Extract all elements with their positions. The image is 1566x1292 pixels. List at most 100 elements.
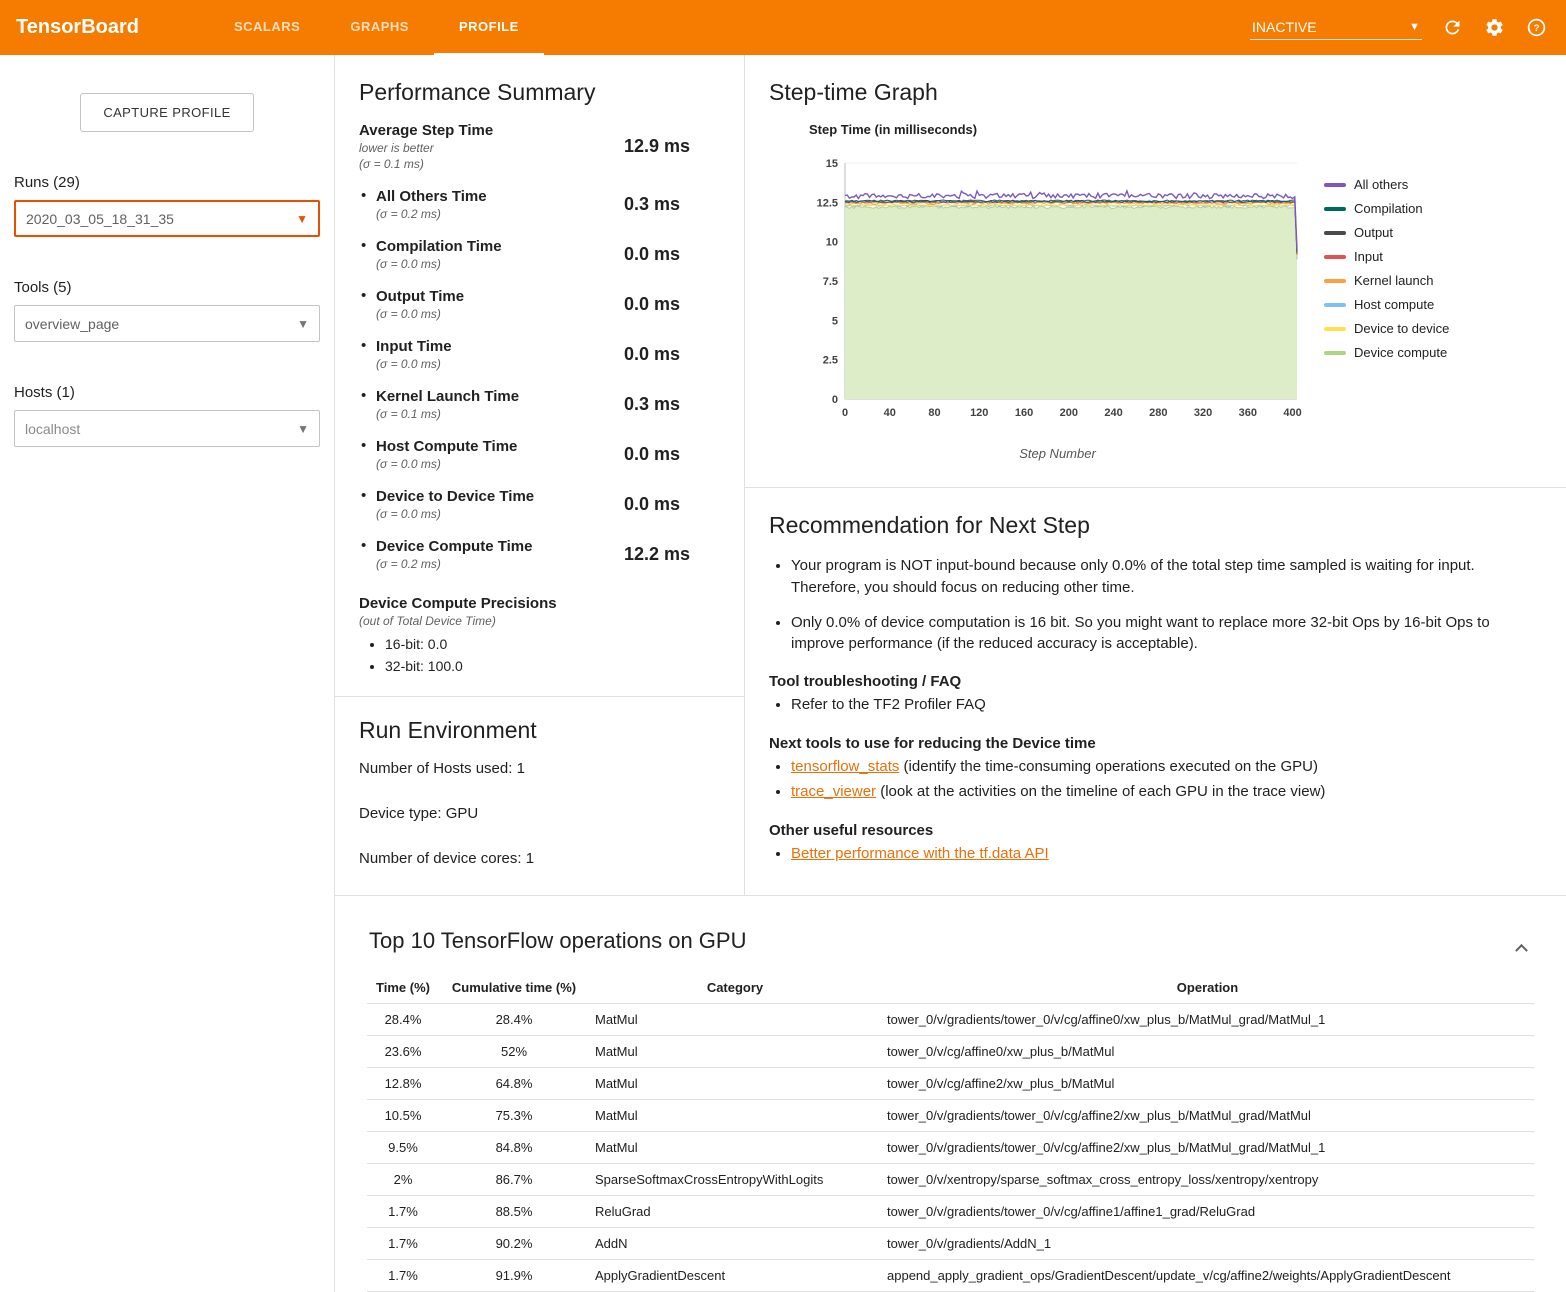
svg-text:120: 120 xyxy=(970,407,988,419)
svg-text:12.5: 12.5 xyxy=(817,197,838,209)
section-divider xyxy=(335,696,744,697)
metric-input-time: Input Time (σ = 0.0 ms) 0.0 ms xyxy=(359,338,720,371)
cell-category: MatMul xyxy=(589,1132,881,1164)
cell-category: ReluGrad xyxy=(589,1196,881,1228)
cell-operation: tower_0/v/xentropy/sparse_softmax_cross_… xyxy=(881,1164,1534,1196)
metric-value: 0.0 ms xyxy=(624,494,720,515)
cell-cumulative: 90.2% xyxy=(439,1228,589,1260)
tab-scalars[interactable]: SCALARS xyxy=(209,0,325,55)
tfdata-performance-link[interactable]: Better performance with the tf.data API xyxy=(791,845,1049,862)
cell-time: 2% xyxy=(367,1164,439,1196)
cell-time: 12.8% xyxy=(367,1068,439,1100)
hosts-dropdown[interactable]: localhost ▼ xyxy=(14,410,320,447)
cell-time: 28.4% xyxy=(367,1004,439,1036)
faq-heading: Tool troubleshooting / FAQ xyxy=(769,673,1542,690)
main-layout: CAPTURE PROFILE Runs (29) 2020_03_05_18_… xyxy=(0,55,1566,1292)
right-column: Step-time Graph Step Time (in millisecon… xyxy=(745,55,1566,895)
table-row: 9.5% 84.8% MatMul tower_0/v/gradients/to… xyxy=(367,1132,1534,1164)
cell-cumulative: 64.8% xyxy=(439,1068,589,1100)
cell-time: 9.5% xyxy=(367,1132,439,1164)
legend-label: Kernel launch xyxy=(1354,273,1434,288)
run-env-device-type: Device type: GPU xyxy=(359,805,720,822)
legend-item: All others xyxy=(1324,177,1449,192)
table-row: 1.7% 88.5% ReluGrad tower_0/v/gradients/… xyxy=(367,1196,1534,1228)
legend-item: Kernel launch xyxy=(1324,273,1449,288)
chevron-down-icon: ▼ xyxy=(296,212,308,226)
recommendation-title: Recommendation for Next Step xyxy=(769,512,1542,539)
cell-operation: tower_0/v/gradients/AddN_1 xyxy=(881,1228,1534,1260)
cell-operation: tower_0/v/gradients/tower_0/v/cg/affine0… xyxy=(881,1004,1534,1036)
run-env-hosts: Number of Hosts used: 1 xyxy=(359,760,720,777)
resource-item: Better performance with the tf.data API xyxy=(791,843,1542,866)
cell-cumulative: 88.5% xyxy=(439,1196,589,1228)
refresh-icon xyxy=(1442,17,1463,38)
step-time-chart: 02.557.51012.515040801201602002402803203… xyxy=(805,155,1310,433)
chart-legend: All others Compilation Output Input Kern… xyxy=(1324,177,1449,461)
trace-viewer-link[interactable]: trace_viewer xyxy=(791,783,876,800)
metric-label: Device to Device Time xyxy=(376,488,534,505)
metric-compilation-time: Compilation Time (σ = 0.0 ms) 0.0 ms xyxy=(359,238,720,271)
help-icon: ? xyxy=(1526,17,1547,38)
performance-summary-panel: Performance Summary Average Step Time lo… xyxy=(335,55,745,895)
tab-graphs-label: GRAPHS xyxy=(350,19,409,34)
runs-dropdown[interactable]: 2020_03_05_18_31_35 ▼ xyxy=(14,200,320,237)
table-header-row: Time (%) Cumulative time (%) Category Op… xyxy=(367,972,1534,1004)
svg-text:7.5: 7.5 xyxy=(823,276,838,288)
svg-text:360: 360 xyxy=(1239,407,1257,419)
app-title: TensorBoard xyxy=(0,0,155,55)
tools-dropdown-value: overview_page xyxy=(25,316,119,332)
next-tools-heading: Next tools to use for reducing the Devic… xyxy=(769,735,1542,752)
tab-graphs[interactable]: GRAPHS xyxy=(325,0,434,55)
cell-operation: append_apply_gradient_ops/GradientDescen… xyxy=(881,1260,1534,1292)
cell-category: SparseSoftmaxCrossEntropyWithLogits xyxy=(589,1164,881,1196)
runs-label: Runs (29) xyxy=(14,174,320,191)
table-row: 12.8% 64.8% MatMul tower_0/v/cg/affine2/… xyxy=(367,1068,1534,1100)
run-env-device-cores: Number of device cores: 1 xyxy=(359,850,720,867)
hosts-label: Hosts (1) xyxy=(14,384,320,401)
cell-operation: tower_0/v/gradients/tower_0/v/cg/affine2… xyxy=(881,1132,1534,1164)
precision-item: 16-bit: 0.0 xyxy=(385,636,720,652)
col-header-operation: Operation xyxy=(881,972,1534,1004)
chart-title: Step Time (in milliseconds) xyxy=(809,122,1542,137)
settings-button[interactable] xyxy=(1482,16,1506,40)
tensorflow-stats-link[interactable]: tensorflow_stats xyxy=(791,758,899,775)
top-ops-panel: Top 10 TensorFlow operations on GPU Time… xyxy=(335,896,1566,1292)
top-ops-table: Time (%) Cumulative time (%) Category Op… xyxy=(367,972,1534,1292)
tools-dropdown[interactable]: overview_page ▼ xyxy=(14,305,320,342)
precision-item: 32-bit: 100.0 xyxy=(385,658,720,674)
col-header-cumulative: Cumulative time (%) xyxy=(439,972,589,1004)
help-button[interactable]: ? xyxy=(1524,16,1548,40)
performance-summary-title: Performance Summary xyxy=(359,79,720,106)
table-row: 1.7% 91.9% ApplyGradientDescent append_a… xyxy=(367,1260,1534,1292)
status-dropdown[interactable]: INACTIVE ▼ xyxy=(1250,15,1422,40)
cell-cumulative: 52% xyxy=(439,1036,589,1068)
metric-label: Host Compute Time xyxy=(376,438,517,455)
svg-text:10: 10 xyxy=(826,237,838,249)
cell-cumulative: 86.7% xyxy=(439,1164,589,1196)
svg-text:80: 80 xyxy=(928,407,940,419)
metric-value: 0.0 ms xyxy=(624,344,720,365)
precisions-title: Device Compute Precisions xyxy=(359,595,720,612)
metric-label: Device Compute Time xyxy=(376,538,532,555)
table-row: 23.6% 52% MatMul tower_0/v/cg/affine0/xw… xyxy=(367,1036,1534,1068)
step-time-graph-title: Step-time Graph xyxy=(769,79,1542,106)
precisions-subtitle: (out of Total Device Time) xyxy=(359,614,720,628)
refresh-button[interactable] xyxy=(1440,16,1464,40)
metric-average-step-time: Average Step Time lower is better (σ = 0… xyxy=(359,122,720,171)
status-dropdown-value: INACTIVE xyxy=(1252,19,1317,35)
cell-operation: tower_0/v/cg/affine2/xw_plus_b/MatMul xyxy=(881,1068,1534,1100)
tab-profile[interactable]: PROFILE xyxy=(434,0,544,55)
legend-item: Device to device xyxy=(1324,321,1449,336)
col-header-category: Category xyxy=(589,972,881,1004)
collapse-section-button[interactable] xyxy=(1510,936,1532,958)
metric-device-to-device-time: Device to Device Time (σ = 0.0 ms) 0.0 m… xyxy=(359,488,720,521)
runs-group: Runs (29) 2020_03_05_18_31_35 ▼ xyxy=(14,174,320,237)
capture-profile-button[interactable]: CAPTURE PROFILE xyxy=(80,93,253,132)
tensorboard-page: TensorBoard SCALARS GRAPHS PROFILE INACT… xyxy=(0,0,1566,1292)
top-row: Performance Summary Average Step Time lo… xyxy=(335,55,1566,896)
metric-host-compute-time: Host Compute Time (σ = 0.0 ms) 0.0 ms xyxy=(359,438,720,471)
metric-label: Average Step Time xyxy=(359,122,493,139)
cell-category: MatMul xyxy=(589,1036,881,1068)
legend-item: Compilation xyxy=(1324,201,1449,216)
col-header-time: Time (%) xyxy=(367,972,439,1004)
